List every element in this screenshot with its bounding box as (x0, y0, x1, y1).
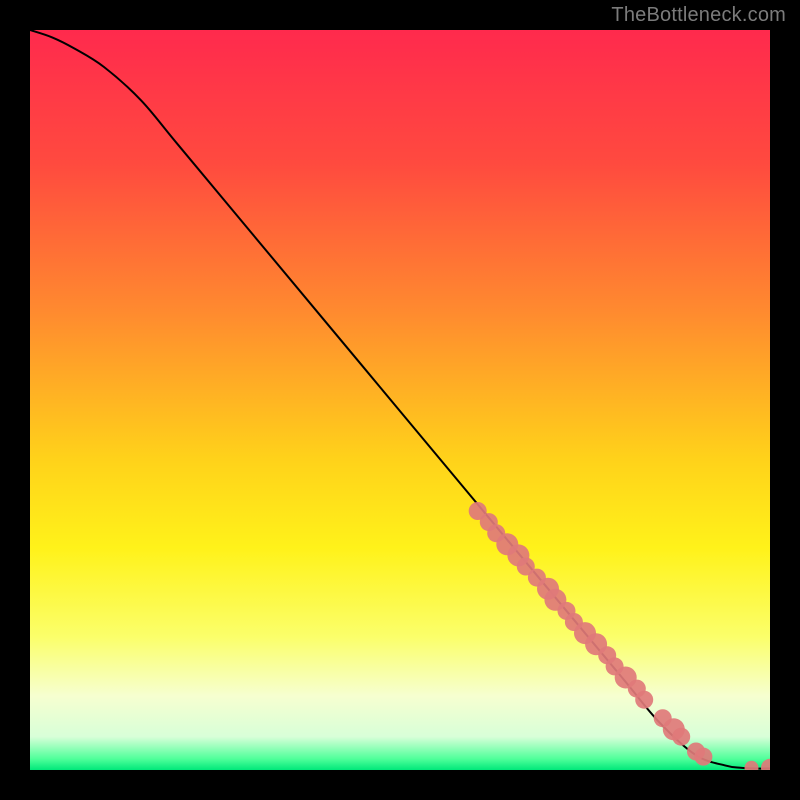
attribution-label: TheBottleneck.com (611, 4, 786, 27)
data-point (635, 691, 653, 709)
plot-area (30, 30, 770, 770)
data-point (694, 748, 712, 766)
gradient-background (30, 30, 770, 770)
chart-stage: TheBottleneck.com (0, 0, 800, 800)
data-point (672, 728, 690, 746)
chart-svg (30, 30, 770, 770)
